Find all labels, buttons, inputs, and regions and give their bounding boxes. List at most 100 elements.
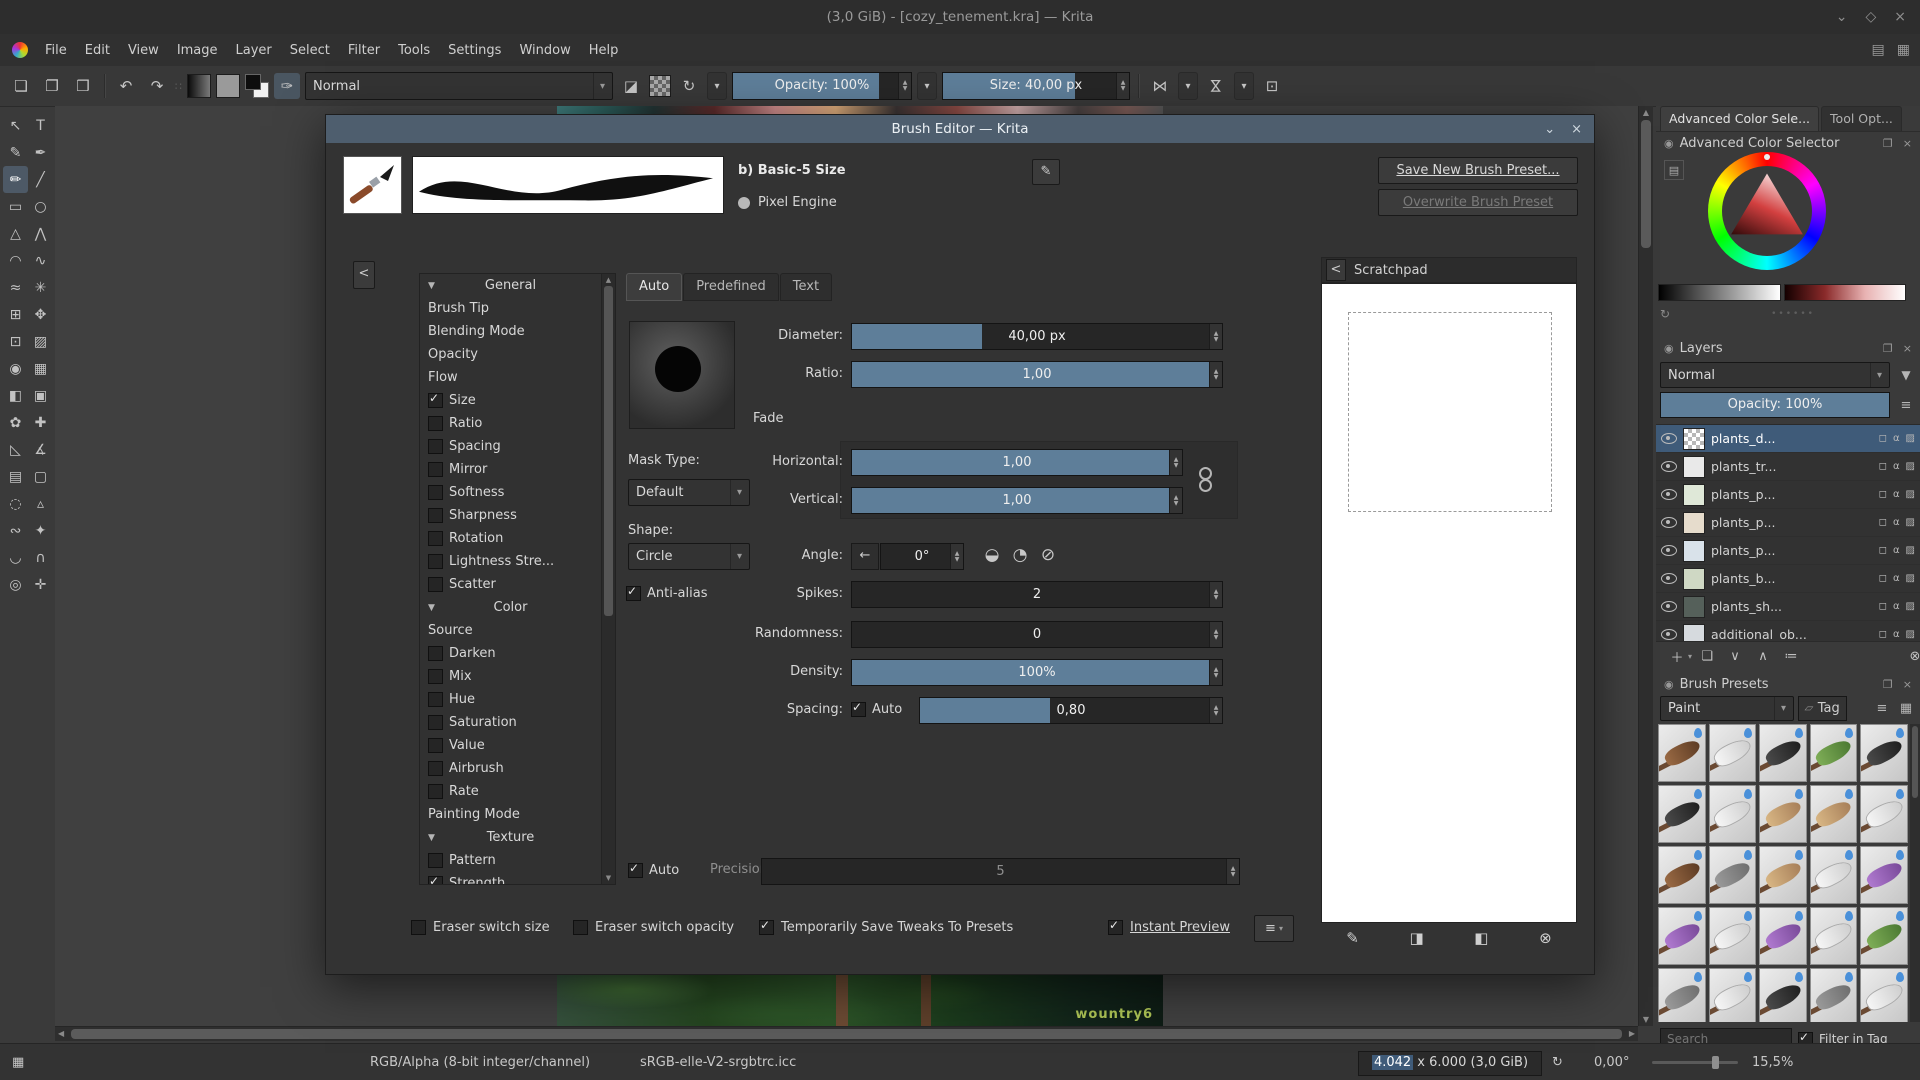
undo-button[interactable]: ↶: [113, 73, 139, 99]
maximize-icon[interactable]: ◇: [1865, 9, 1876, 25]
precision-auto-checkbox[interactable]: [628, 861, 643, 878]
save-tweaks-checkbox[interactable]: [759, 918, 774, 935]
alpha-lock-icon[interactable]: ▨: [1906, 489, 1915, 500]
opacity-options-caret[interactable]: ▾: [917, 72, 937, 100]
enclose-and-fill-tool[interactable]: ▣: [28, 382, 53, 409]
spinner[interactable]: ▲ ▼: [1226, 859, 1239, 884]
tab-advanced-color-selector[interactable]: Advanced Color Sele...: [1660, 106, 1820, 131]
magnetic-selection-tool[interactable]: ∩: [28, 544, 53, 571]
color-sampler-tool[interactable]: ◉: [3, 355, 28, 382]
inherit-alpha-icon[interactable]: α: [1893, 517, 1900, 528]
menu-tools[interactable]: Tools: [389, 39, 439, 62]
freehand-selection-tool[interactable]: ∾: [3, 517, 28, 544]
alpha-lock-icon[interactable]: ▨: [1906, 517, 1915, 528]
scratchpad-canvas[interactable]: [1321, 283, 1577, 923]
smart-patch-tool[interactable]: ✚: [28, 409, 53, 436]
float-docker-icon[interactable]: ❐: [1883, 678, 1893, 691]
bezier-selection-tool[interactable]: ◡: [3, 544, 28, 571]
scroll-down-icon[interactable]: ▼: [602, 874, 615, 882]
brush-option-airbrush[interactable]: Airbrush: [420, 757, 601, 780]
layer-row[interactable]: plants_p... ◻ α ▨: [1656, 537, 1920, 565]
inherit-alpha-icon[interactable]: α: [1893, 433, 1900, 444]
brush-preset-1[interactable]: [1658, 724, 1706, 782]
brush-option-texture[interactable]: ▼ Texture: [420, 826, 601, 849]
move-layer-down-button[interactable]: ∨: [1722, 649, 1748, 664]
toolbar-grip[interactable]: ∷: [175, 80, 182, 93]
mirror-horizontal-button[interactable]: ⋈: [1147, 73, 1173, 99]
menu-help[interactable]: Help: [580, 39, 628, 62]
add-layer-caret[interactable]: ▾: [1688, 652, 1692, 661]
brush-option-strength[interactable]: Strength: [420, 872, 601, 884]
option-checkbox[interactable]: [428, 761, 443, 776]
scratchpad-clear-icon[interactable]: ⊗: [1539, 929, 1552, 947]
ratio-slider[interactable]: 1,00 ▲ ▼: [851, 361, 1223, 388]
brush-preset-13[interactable]: [1759, 846, 1807, 904]
brush-preset-16[interactable]: [1658, 907, 1706, 965]
diameter-slider[interactable]: 40,00 px ▲ ▼: [851, 323, 1223, 350]
fill-tool[interactable]: ◧: [3, 382, 28, 409]
brush-preset-4[interactable]: [1809, 724, 1858, 782]
vertical-fade-slider[interactable]: 1,00 ▲ ▼: [851, 487, 1183, 514]
dynamic-brush-tool[interactable]: ≈: [3, 274, 28, 301]
alpha-lock-icon[interactable]: ▨: [1906, 573, 1915, 584]
brush-preset-19[interactable]: [1809, 907, 1858, 965]
tab-auto[interactable]: Auto: [626, 273, 683, 301]
assistants-tool[interactable]: ◺: [3, 436, 28, 463]
zoom-handle[interactable]: [1712, 1056, 1720, 1069]
freehand-brush-tool[interactable]: ✏: [3, 166, 28, 193]
scroll-left-icon[interactable]: ◀: [58, 1027, 64, 1041]
brush-option-pattern[interactable]: Pattern: [420, 849, 601, 872]
line-tool[interactable]: ╱: [28, 166, 53, 193]
dialog-titlebar[interactable]: Brush Editor — Krita: [326, 115, 1594, 143]
menu-file[interactable]: File: [36, 39, 76, 62]
option-checkbox[interactable]: [428, 554, 443, 569]
inherit-alpha-icon[interactable]: α: [1893, 545, 1900, 556]
lock-icon[interactable]: ◻: [1879, 545, 1887, 556]
close-docker-icon[interactable]: ×: [1903, 678, 1912, 691]
brush-preset-20[interactable]: [1860, 907, 1908, 965]
layer-row[interactable]: plants_p... ◻ α ▨: [1656, 481, 1920, 509]
brush-preset-10[interactable]: [1860, 785, 1908, 843]
brush-option-scatter[interactable]: Scatter: [420, 573, 601, 596]
brush-option-darken[interactable]: Darken: [420, 642, 601, 665]
scratchpad-collapse-button[interactable]: <: [1326, 259, 1346, 281]
brush-option-mix[interactable]: Mix: [420, 665, 601, 688]
scroll-up-icon[interactable]: ▲: [1639, 108, 1653, 117]
eraser-mode-button[interactable]: ◪: [618, 73, 644, 99]
brush-preset-9[interactable]: [1809, 785, 1858, 843]
option-checkbox[interactable]: [428, 531, 443, 546]
size-spinner[interactable]: ▲ ▼: [1116, 73, 1129, 99]
canvas-vertical-scrollbar[interactable]: ▲ ▼: [1638, 106, 1653, 1026]
freehand-path-tool[interactable]: ∿: [28, 247, 53, 274]
brush-option-painting-mode[interactable]: Painting Mode: [420, 803, 601, 826]
calligraphy-tool[interactable]: ✒: [28, 139, 53, 166]
brush-preset-12[interactable]: [1708, 846, 1757, 904]
brush-option-lightness-stre[interactable]: Lightness Stre...: [420, 550, 601, 573]
polygonal-selection-tool[interactable]: ▵: [28, 490, 53, 517]
angle-dial[interactable]: ←: [851, 543, 879, 570]
spinner[interactable]: ▲ ▼: [1209, 324, 1222, 349]
layer-blending-mode-dropdown[interactable]: Normal ▾: [1660, 362, 1890, 388]
reload-options-caret[interactable]: ▾: [707, 72, 727, 100]
scratchpad-fill-area-icon[interactable]: ◨: [1409, 929, 1423, 947]
edit-shapes-tool[interactable]: ✎: [3, 139, 28, 166]
alpha-lock-icon[interactable]: ▨: [1906, 545, 1915, 556]
horizontal-fade-slider[interactable]: 1,00 ▲ ▼: [851, 449, 1183, 476]
colorize-mask-tool[interactable]: ✿: [3, 409, 28, 436]
layer-options-menu-icon[interactable]: ≡: [1896, 398, 1916, 413]
option-checkbox[interactable]: [428, 738, 443, 753]
spinner[interactable]: ▲ ▼: [1169, 488, 1182, 513]
brush-preset-3[interactable]: [1759, 724, 1807, 782]
inherit-alpha-icon[interactable]: α: [1893, 461, 1900, 472]
angle-input[interactable]: 0° ▲ ▼: [880, 543, 964, 570]
close-icon[interactable]: ×: [1894, 9, 1906, 25]
opacity-slider[interactable]: Opacity: 100% ▲ ▼: [732, 72, 912, 100]
bezier-curve-tool[interactable]: ◠: [3, 247, 28, 274]
preset-scrollbar[interactable]: [1910, 724, 1920, 1022]
choose-brush-preset-button[interactable]: ✑: [274, 73, 300, 99]
window-layout-icon[interactable]: ▦: [1897, 42, 1910, 58]
vertical-scroll-thumb[interactable]: [1641, 120, 1651, 248]
spacing-slider[interactable]: 0,80 ▲ ▼: [919, 697, 1223, 724]
save-document-button[interactable]: ❒: [70, 73, 96, 99]
scratchpad-paint-icon[interactable]: ✎: [1346, 929, 1359, 947]
